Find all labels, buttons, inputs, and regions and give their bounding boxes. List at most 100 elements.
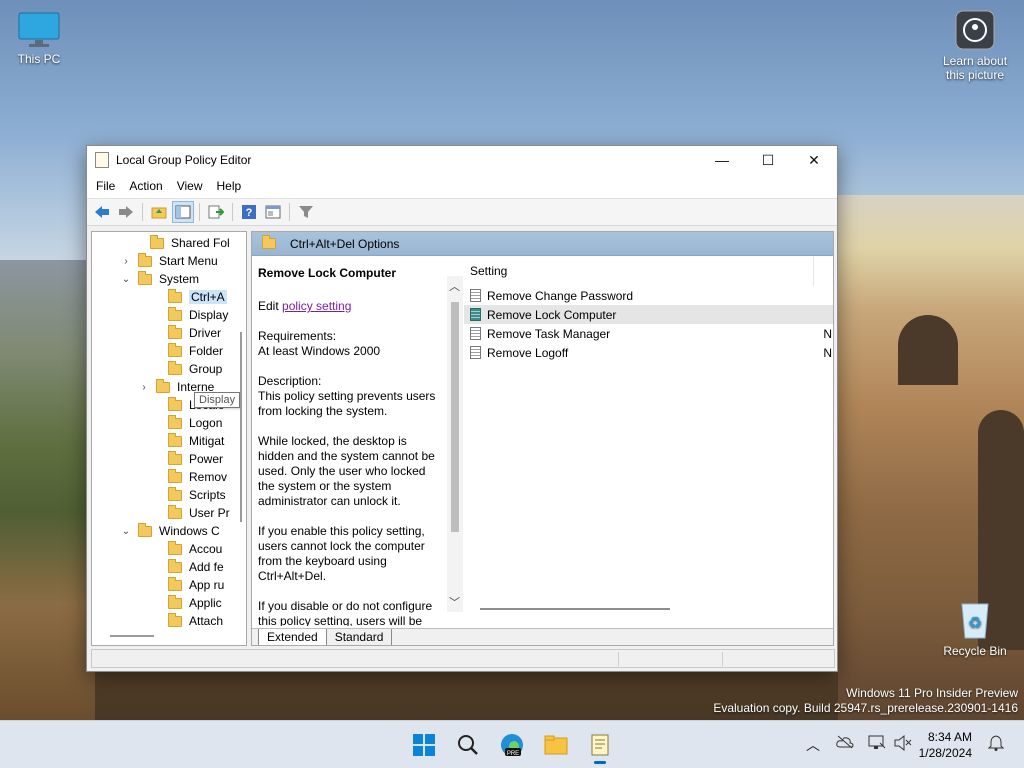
system-clock[interactable]: 8:34 AM 1/28/2024 — [919, 729, 972, 761]
policy-state: N — [823, 345, 832, 360]
chevron-down-icon[interactable]: ⌄ — [120, 526, 132, 537]
tree-item[interactable]: Accou — [168, 540, 222, 558]
back-arrow-icon[interactable] — [91, 201, 113, 223]
menu-file[interactable]: File — [89, 179, 122, 193]
tree-item[interactable]: Ctrl+A — [168, 288, 227, 306]
tree-item[interactable]: ⌄ Windows C — [120, 522, 220, 540]
tree-item[interactable]: › Start Menu — [120, 252, 218, 270]
scroll-thumb[interactable] — [451, 302, 459, 532]
group-policy-editor-window: Local Group Policy Editor — ☐ ✕ File Act… — [86, 145, 838, 672]
category-header: Ctrl+Alt+Del Options — [252, 232, 833, 256]
tree-item[interactable]: Attach — [168, 612, 223, 630]
chevron-down-icon[interactable]: ⌄ — [120, 274, 132, 285]
title-bar[interactable]: Local Group Policy Editor — ☐ ✕ — [87, 146, 837, 174]
svg-text:♻: ♻ — [968, 615, 982, 632]
tab-extended[interactable]: Extended — [258, 629, 327, 645]
policy-heading: Remove Lock Computer — [258, 266, 397, 280]
tree-item[interactable]: User Pr — [168, 504, 230, 522]
maximize-button[interactable]: ☐ — [745, 146, 791, 174]
policy-row[interactable]: Remove Task Manager N — [464, 324, 833, 343]
tree-item[interactable]: Folder — [168, 342, 223, 360]
folder-icon — [168, 468, 182, 483]
policy-row[interactable]: Remove Change Password — [464, 286, 833, 305]
export-list-icon[interactable] — [205, 201, 227, 223]
scroll-up-icon[interactable]: ︿ — [449, 278, 460, 294]
folder-icon — [168, 342, 182, 357]
help-icon[interactable]: ? — [238, 201, 260, 223]
tree-item[interactable]: Shared Fol — [150, 234, 230, 252]
policy-row[interactable]: Remove Lock Computer — [464, 305, 833, 324]
up-folder-icon[interactable] — [148, 201, 170, 223]
tree-item[interactable]: ⌄ System — [120, 270, 199, 288]
tree-item-label: Attach — [189, 614, 224, 628]
chevron-up-icon[interactable]: ︿ — [806, 735, 820, 755]
tree-item[interactable]: Add fe — [168, 558, 224, 576]
list-horizontal-scrollbar[interactable] — [480, 608, 670, 610]
desktop-icon-recycle-bin[interactable]: ♻ Recycle Bin — [940, 598, 1010, 658]
wallpaper-left — [0, 260, 95, 720]
folder-icon — [168, 450, 182, 465]
desktop-icon-label: This PC — [17, 52, 61, 66]
menu-action[interactable]: Action — [122, 179, 169, 193]
volume-muted-icon[interactable] — [894, 734, 912, 754]
desktop-icon-learn[interactable]: Learn about this picture — [940, 10, 1010, 82]
filter-icon[interactable] — [295, 201, 317, 223]
column-header-setting[interactable]: Setting — [464, 256, 814, 286]
tree-item[interactable]: Display — [168, 306, 228, 324]
tree-item-label: Driver — [189, 326, 221, 340]
menu-help[interactable]: Help — [210, 179, 249, 193]
chevron-right-icon[interactable]: › — [120, 256, 132, 267]
tree-item[interactable]: Applic — [168, 594, 222, 612]
edge-pre-icon[interactable]: PRE — [496, 729, 528, 761]
network-icon[interactable] — [868, 735, 886, 754]
tree-item[interactable]: Remov — [168, 468, 227, 486]
menu-view[interactable]: View — [170, 179, 210, 193]
tree-horizontal-scrollbar[interactable] — [110, 635, 154, 637]
tree-item[interactable]: Logon — [168, 414, 222, 432]
notification-bell-icon[interactable] — [987, 735, 1005, 754]
desktop-icon-this-pc[interactable]: This PC — [4, 12, 74, 66]
tree-item[interactable]: Mitigat — [168, 432, 224, 450]
tree-item-label: Remov — [189, 470, 228, 484]
tree-item[interactable]: Driver — [168, 324, 221, 342]
settings-list: Setting Remove Change Password Remove Loc… — [464, 256, 833, 614]
policy-state: N — [823, 326, 832, 341]
tree-item-label: Mitigat — [189, 434, 225, 448]
policy-row[interactable]: Remove Logoff N — [464, 343, 833, 362]
tree-item-label: Display — [189, 308, 229, 322]
recycle-bin-icon: ♻ — [958, 598, 992, 640]
monitor-icon — [18, 12, 60, 48]
windows-start-icon[interactable] — [408, 729, 440, 761]
description-label: Description: — [258, 374, 322, 388]
edit-prefix: Edit — [258, 299, 283, 313]
scroll-down-icon[interactable]: ﹀ — [449, 594, 460, 610]
file-explorer-icon[interactable] — [540, 729, 572, 761]
policy-tree[interactable]: Shared Fol › Start Menu ⌄ System Ctrl+A Displa… — [91, 231, 247, 646]
cloud-offline-icon[interactable] — [836, 735, 854, 752]
group-policy-icon[interactable] — [584, 729, 616, 764]
taskbar: PRE ︿ 8:34 AM 1/28/2024 — [0, 720, 1024, 768]
tree-item[interactable]: App ru — [168, 576, 224, 594]
folder-icon — [168, 414, 182, 429]
menu-bar: File Action View Help — [87, 174, 837, 198]
tree-item-label: Scripts — [189, 488, 226, 502]
tree-item[interactable]: Scripts — [168, 486, 226, 504]
show-hide-tree-icon[interactable] — [172, 201, 194, 223]
search-icon[interactable] — [452, 729, 484, 761]
tree-item-label: Group — [189, 362, 223, 376]
close-button[interactable]: ✕ — [791, 146, 837, 174]
description-scrollbar[interactable]: ︿ ﹀ — [447, 276, 463, 612]
tree-item-label: Ctrl+A — [189, 290, 227, 304]
tab-standard[interactable]: Standard — [325, 629, 393, 645]
details-pane: Ctrl+Alt+Del Options Remove Lock Compute… — [251, 231, 834, 646]
minimize-button[interactable]: — — [699, 146, 745, 174]
chevron-right-icon[interactable]: › — [138, 382, 150, 393]
properties-icon[interactable] — [262, 201, 284, 223]
forward-arrow-icon[interactable] — [115, 201, 137, 223]
tree-vertical-scrollbar[interactable] — [240, 332, 242, 522]
camera-icon — [955, 10, 995, 50]
folder-icon — [168, 360, 182, 375]
policy-setting-link[interactable]: policy setting — [282, 299, 351, 313]
tree-item[interactable]: Power — [168, 450, 223, 468]
tree-item[interactable]: Group — [168, 360, 222, 378]
